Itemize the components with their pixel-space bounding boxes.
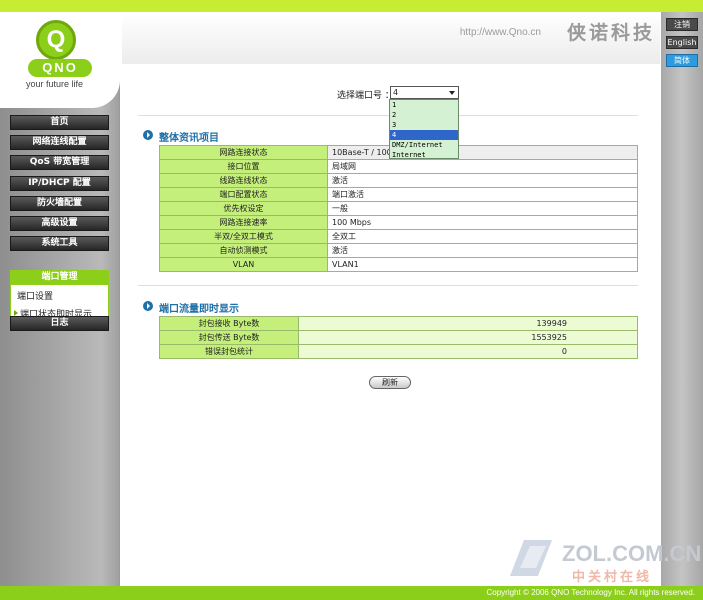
chevron-down-icon[interactable] xyxy=(447,88,457,97)
right-toolbar: 注销 English 简体 xyxy=(661,12,703,586)
port-option-1[interactable]: 1 xyxy=(390,100,458,110)
table-row: 封包传送 Byte数 1553925 xyxy=(159,330,638,345)
table-row: 半双/全双工模式 全双工 xyxy=(159,229,638,244)
table-row: 网路连接速率 100 Mbps xyxy=(159,215,638,230)
traffic-table: 封包接收 Byte数 139949 封包传送 Byte数 1553925 错误封包统… xyxy=(159,316,638,359)
logout-button[interactable]: 注销 xyxy=(666,18,698,31)
simplified-chinese-button[interactable]: 简体 xyxy=(666,54,698,67)
header-url: http://www.Qno.cn xyxy=(459,27,541,38)
menu-advanced[interactable]: 高级设置 xyxy=(10,216,109,231)
menu-network-config[interactable]: 网络连线配置 xyxy=(10,135,109,150)
section-arrow-icon xyxy=(143,301,153,311)
table-row: 线路连线状态 激活 xyxy=(159,173,638,188)
port-select-label: 选择端口号 ： xyxy=(337,91,394,101)
port-option-2[interactable]: 2 xyxy=(390,110,458,120)
watermark-subtext: 中关村在线 xyxy=(572,570,653,585)
header: http://www.Qno.cn 侠诺科技 xyxy=(122,12,660,64)
logo: Q QNO your future life xyxy=(0,12,120,108)
watermark-logo-icon xyxy=(510,540,552,576)
menu-log[interactable]: 日志 xyxy=(10,316,109,331)
logo-tagline: your future life xyxy=(26,79,84,89)
section-arrow-icon xyxy=(143,130,153,140)
port-option-dmz-internet[interactable]: DMZ/Internet xyxy=(390,140,458,150)
port-option-4[interactable]: 4 xyxy=(390,130,458,140)
copyright-text: Copyright © 2006 QNO Technology Inc. All… xyxy=(486,588,695,597)
divider xyxy=(138,285,638,286)
port-select-dropdown: 1 2 3 4 DMZ/Internet Internet xyxy=(389,99,459,159)
menu-firewall[interactable]: 防火墙配置 xyxy=(10,196,109,211)
header-brand: 侠诺科技 xyxy=(566,22,655,44)
table-row: 封包接收 Byte数 139949 xyxy=(159,316,638,331)
divider xyxy=(138,115,638,116)
menu-system-tools[interactable]: 系统工具 xyxy=(10,236,109,251)
table-row: VLAN VLAN1 xyxy=(159,257,638,272)
menu-port-management[interactable]: 端口管理 xyxy=(10,270,109,284)
menu-qos[interactable]: QoS 带宽管理 xyxy=(10,155,109,170)
table-row: 接口位置 局域网 xyxy=(159,159,638,174)
overall-info-table: 网路连接状态 10Base-T / 100 接口位置 局域网 线路连线状态 激活 端口… xyxy=(159,145,638,272)
port-management-submenu: 端口设置 端口状态即时显示 xyxy=(10,284,109,320)
table-row: 错误封包统计 0 xyxy=(159,344,638,359)
traffic-section-title: 端口流量即时显示 xyxy=(159,304,239,315)
menu-home[interactable]: 首页 xyxy=(10,115,109,130)
submenu-port-settings[interactable]: 端口设置 xyxy=(17,289,53,302)
table-row: 端口配置状态 端口激活 xyxy=(159,187,638,202)
logo-word: QNO xyxy=(28,59,92,77)
port-option-internet[interactable]: Internet xyxy=(390,150,458,160)
port-select[interactable]: 4 xyxy=(390,86,459,99)
table-row: 优先权设定 一般 xyxy=(159,201,638,216)
refresh-button[interactable]: 刷新 xyxy=(369,376,411,389)
overall-section-title: 整体资讯项目 xyxy=(159,133,219,144)
english-button[interactable]: English xyxy=(666,36,698,49)
top-accent-bar xyxy=(0,0,703,12)
table-row: 自动侦测模式 激活 xyxy=(159,243,638,258)
port-select-value: 4 xyxy=(393,88,399,97)
watermark-text: ZOL.COM.CN xyxy=(562,541,702,566)
footer: Copyright © 2006 QNO Technology Inc. All… xyxy=(0,586,703,600)
sidebar: Q QNO your future life 首页 网络连线配置 QoS 带宽管… xyxy=(0,12,120,586)
port-option-3[interactable]: 3 xyxy=(390,120,458,130)
menu-ip-dhcp[interactable]: IP/DHCP 配置 xyxy=(10,176,109,191)
logo-q-icon: Q xyxy=(36,20,76,60)
